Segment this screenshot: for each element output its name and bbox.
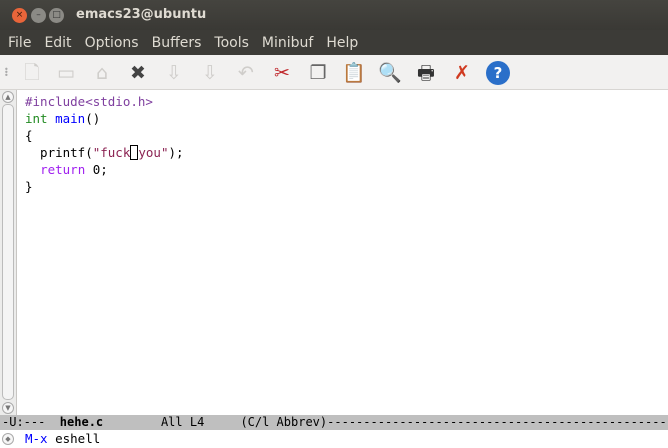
print-icon[interactable]: 🖶 <box>414 61 438 85</box>
title-bar: × – □ emacs23@ubuntu <box>0 0 668 30</box>
scrollbar-thumb[interactable] <box>2 104 14 400</box>
menu-file[interactable]: File <box>8 35 31 51</box>
window-title: emacs23@ubuntu <box>76 7 207 22</box>
window-minimize-button[interactable]: – <box>31 8 46 23</box>
buffer-name[interactable]: hehe.c <box>60 415 103 429</box>
code-text: printf( <box>25 145 93 160</box>
code-line: { <box>25 128 33 143</box>
help-icon[interactable]: ? <box>486 61 510 85</box>
copy-icon[interactable]: ❐ <box>306 61 330 85</box>
code-line: } <box>25 179 33 194</box>
code-text: 0; <box>85 162 108 177</box>
preferences-icon[interactable]: ✗ <box>450 61 474 85</box>
cut-icon[interactable]: ✂ <box>270 61 294 85</box>
minibuffer-prompt: M-x <box>25 431 48 446</box>
window-maximize-button[interactable]: □ <box>49 8 64 23</box>
menu-help[interactable]: Help <box>326 35 358 51</box>
vertical-scrollbar[interactable]: ▲ ▼ <box>0 90 17 415</box>
code-function: main <box>55 111 86 126</box>
close-icon[interactable]: ✖ <box>126 61 150 85</box>
menu-bar: File Edit Options Buffers Tools Minibuf … <box>0 30 668 55</box>
open-file-icon[interactable]: ▭ <box>54 61 78 85</box>
code-type: int <box>25 111 48 126</box>
buffer-status: -U:--- <box>2 415 60 429</box>
open-directory-icon[interactable]: ⌂ <box>90 61 114 85</box>
mode-line-fill: ----------------------------------------… <box>327 415 668 429</box>
mode-line: -U:--- hehe.c All L4 (C/l Abbrev)-------… <box>0 415 668 430</box>
code-line: #include<stdio.h> <box>25 94 153 109</box>
buffer-position: All L4 <box>103 415 241 429</box>
save-icon[interactable]: ⇩ <box>162 61 186 85</box>
search-icon[interactable]: 🔍 <box>378 61 402 85</box>
minibuffer-input[interactable]: eshell <box>48 431 100 446</box>
scroll-up-icon[interactable]: ▲ <box>2 91 14 103</box>
scroll-down-icon[interactable]: ▼ <box>2 402 14 414</box>
menu-buffers[interactable]: Buffers <box>152 35 202 51</box>
paste-icon[interactable]: 📋 <box>342 61 366 85</box>
menu-minibuf[interactable]: Minibuf <box>262 35 313 51</box>
editor-window[interactable]: ▲ ▼ #include<stdio.h> int main() { print… <box>0 90 668 415</box>
save-as-icon[interactable]: ⇩ <box>198 61 222 85</box>
minibuffer[interactable]: ◆ M-x eshell <box>0 430 668 448</box>
code-keyword: return <box>40 162 86 177</box>
code-text: () <box>85 111 101 126</box>
menu-options[interactable]: Options <box>85 35 139 51</box>
toolbar-grip[interactable]: • • • <box>4 66 9 80</box>
undo-icon[interactable]: ↶ <box>234 61 258 85</box>
major-mode[interactable]: (C/l Abbrev) <box>240 415 327 429</box>
code-buffer[interactable]: #include<stdio.h> int main() { printf("f… <box>25 93 184 195</box>
minibuffer-scroll-icon[interactable]: ◆ <box>2 433 14 445</box>
menu-edit[interactable]: Edit <box>44 35 71 51</box>
code-string: you" <box>138 145 169 160</box>
code-string: "fuck <box>92 145 131 160</box>
code-text: ); <box>168 145 184 160</box>
menu-tools[interactable]: Tools <box>214 35 249 51</box>
new-file-icon[interactable]: 🗋 <box>20 61 44 85</box>
toolbar: • • • 🗋 ▭ ⌂ ✖ ⇩ ⇩ ↶ ✂ ❐ 📋 🔍 🖶 ✗ ? <box>0 55 668 90</box>
window-close-button[interactable]: × <box>12 8 27 23</box>
